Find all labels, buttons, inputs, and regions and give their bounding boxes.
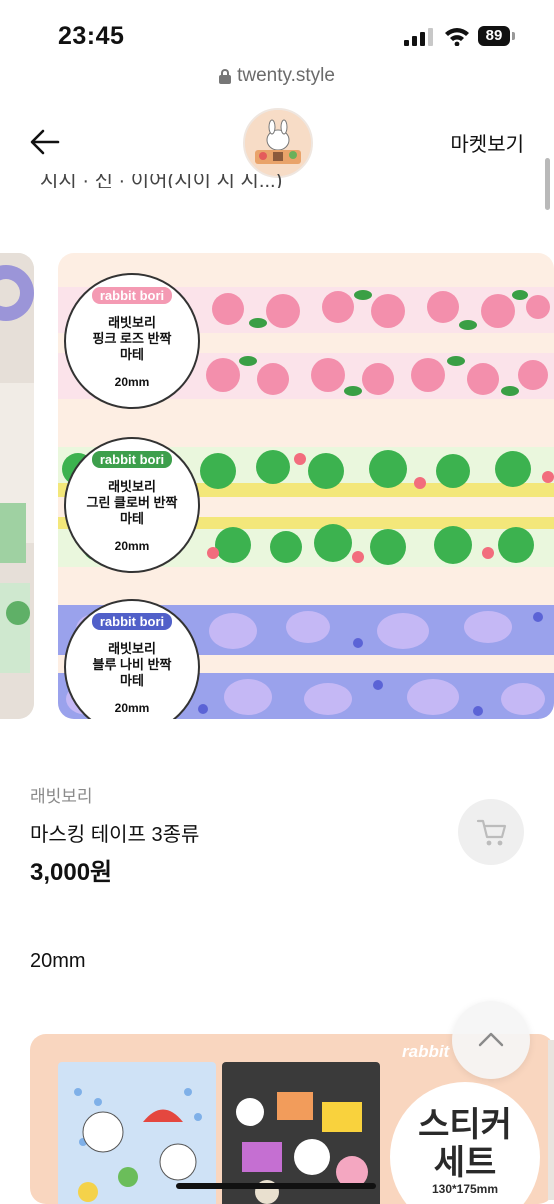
badge-line2: 그린 클로버 반짝 bbox=[86, 495, 178, 510]
home-indicator[interactable] bbox=[176, 1183, 376, 1189]
product-price: 3,000원 bbox=[30, 859, 113, 886]
sticker-set-badge: 스티커 세트 130*175mm bbox=[390, 1082, 540, 1204]
tape-label-badge: rabbit bori 래빗보리 블루 나비 반짝 마테 20mm bbox=[64, 599, 200, 719]
badge-line1: 래빗보리 bbox=[108, 315, 156, 330]
badge-size: 20mm bbox=[114, 701, 150, 715]
back-arrow-icon[interactable] bbox=[28, 124, 64, 160]
badge-line2: 핑크 로즈 반짝 bbox=[92, 331, 172, 346]
tape-green-clover: rabbit bori 래빗보리 그린 클로버 반짝 마테 20mm bbox=[58, 437, 554, 573]
product-image-card[interactable]: rabbit bori 래빗보리 핑크 로즈 반짝 마테 20mm rabbit… bbox=[58, 253, 554, 719]
cut-off-description: 시시 · 신 · 이어(시이 시 시...) bbox=[40, 174, 283, 188]
badge-line1: 래빗보리 bbox=[108, 479, 156, 494]
badge-line3: 마테 bbox=[120, 673, 144, 688]
rabbit-mascot-icon bbox=[245, 110, 311, 176]
product-size-text: 20mm bbox=[30, 950, 86, 972]
seller-name[interactable]: 래빗보리 bbox=[30, 782, 93, 807]
tape-label-badge: rabbit bori 래빗보리 그린 클로버 반짝 마테 20mm bbox=[64, 437, 200, 573]
cellular-signal-icon bbox=[404, 28, 433, 46]
url-bar[interactable]: twenty.style bbox=[0, 62, 554, 92]
previous-product-image[interactable] bbox=[0, 253, 34, 719]
badge-size: 20mm bbox=[114, 539, 150, 553]
tape-blue-butterfly: rabbit bori 래빗보리 블루 나비 반짝 마테 20mm bbox=[58, 599, 554, 719]
sticker-size: 130*175mm bbox=[431, 1182, 499, 1196]
badge-brand: rabbit bori bbox=[91, 613, 173, 630]
badge-brand: rabbit bori bbox=[91, 287, 173, 304]
add-to-cart-button[interactable] bbox=[458, 799, 524, 865]
product-name: 마스킹 테이프 3종류 bbox=[30, 824, 200, 846]
wifi-icon bbox=[445, 28, 469, 46]
battery-icon: 89 bbox=[478, 26, 516, 46]
badge-line1: 래빗보리 bbox=[108, 641, 156, 656]
status-bar: 23:45 89 bbox=[0, 0, 554, 62]
badge-line2: 블루 나비 반짝 bbox=[92, 657, 172, 672]
battery-level: 89 bbox=[478, 26, 510, 46]
next-card-peek[interactable] bbox=[548, 1040, 554, 1200]
lock-icon bbox=[219, 68, 232, 84]
scroll-to-top-button[interactable] bbox=[452, 1001, 530, 1079]
app-header: 마켓보기 bbox=[0, 100, 554, 184]
sticker-title-line1: 스티커 bbox=[418, 1106, 512, 1144]
brand-watermark: rabbit bbox=[402, 1042, 450, 1061]
scrollbar[interactable] bbox=[545, 158, 550, 210]
cart-icon bbox=[476, 819, 507, 846]
status-time: 23:45 bbox=[58, 22, 125, 50]
tape-pink-rose: rabbit bori 래빗보리 핑크 로즈 반짝 마테 20mm bbox=[58, 273, 554, 409]
tape-label-badge: rabbit bori 래빗보리 핑크 로즈 반짝 마테 20mm bbox=[64, 273, 200, 409]
shop-avatar[interactable] bbox=[243, 108, 313, 178]
badge-line3: 마테 bbox=[120, 511, 144, 526]
sticker-title-line2: 세트 bbox=[433, 1144, 497, 1182]
chevron-up-icon bbox=[478, 1032, 504, 1047]
market-view-link[interactable]: 마켓보기 bbox=[450, 128, 524, 157]
badge-brand: rabbit bori bbox=[91, 451, 173, 468]
badge-line3: 마테 bbox=[120, 347, 144, 362]
badge-size: 20mm bbox=[114, 375, 150, 389]
url-text: twenty.style bbox=[237, 65, 335, 86]
